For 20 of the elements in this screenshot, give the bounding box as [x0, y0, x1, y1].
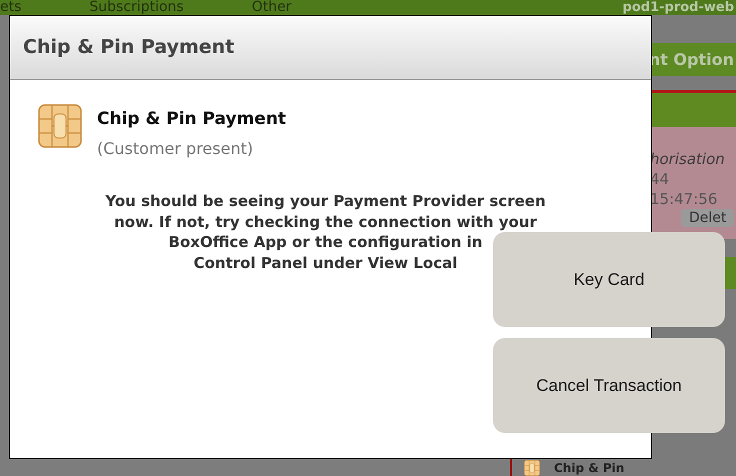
chip-icon [38, 104, 82, 148]
dialog-title: Chip & Pin Payment [23, 35, 234, 60]
status-number: 44 [650, 169, 670, 189]
message-line: You should be seeing your Payment Provider screen [105, 191, 546, 212]
nav-item[interactable]: Other [252, 0, 292, 15]
delete-button[interactable]: Delet [681, 209, 734, 227]
payment-label: Chip & Pin [554, 461, 624, 476]
status-time: 15:47:56 [650, 189, 718, 209]
message-line: BoxOffice App or the configuration in [168, 232, 482, 252]
payment-note: (Customer present) [97, 138, 254, 160]
action-button[interactable]: Key Card [493, 232, 725, 327]
payment-method: Chip & Pin Payment [97, 108, 286, 131]
status-text: horisation [650, 149, 725, 169]
chip-icon [524, 460, 540, 476]
message-line: now. If not, try checking the connection with your [114, 212, 537, 232]
nav-item[interactable]: Subscriptions [89, 0, 184, 15]
message-line: Control Panel under View Local [194, 252, 458, 273]
server-name: pod1-prod-web [622, 0, 735, 15]
action-button[interactable]: Cancel Transaction [493, 338, 725, 433]
nav-item[interactable]: ets [0, 0, 22, 15]
